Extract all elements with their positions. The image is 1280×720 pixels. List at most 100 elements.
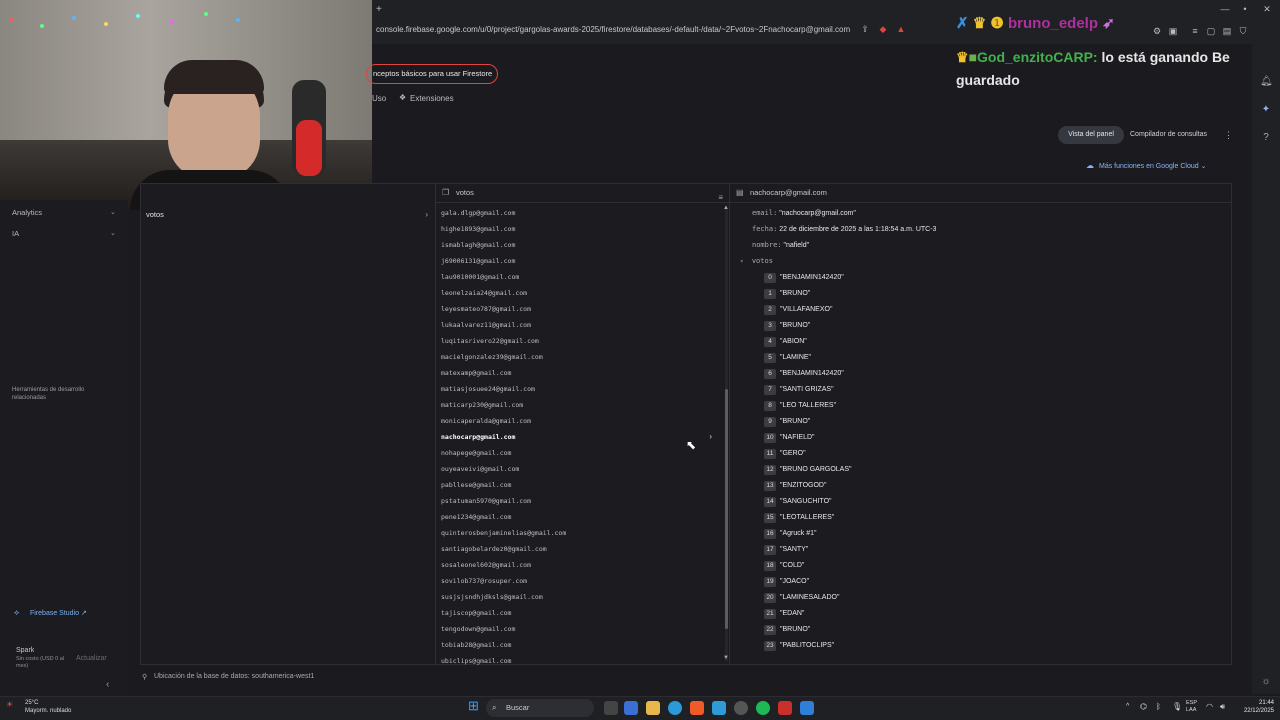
vote-item[interactable]: 15 "LEOTALLERES" [764, 513, 834, 525]
obs-icon[interactable] [778, 701, 792, 715]
vote-item[interactable]: 22 "BRUNO" [764, 625, 810, 637]
vote-item[interactable]: 13 "ENZITOGOD" [764, 481, 826, 493]
chevron-down-icon[interactable]: ⌄ [110, 208, 116, 216]
language-indicator[interactable]: ESP LAA [1186, 700, 1197, 714]
spotify-icon[interactable] [756, 701, 770, 715]
gemini-icon[interactable]: ✦ [1260, 104, 1272, 116]
document-item[interactable]: tajiscop@gmail.com [436, 605, 722, 621]
extension-icon[interactable]: ⚙ [1152, 26, 1162, 36]
document-item[interactable]: lau9010001@gmail.com [436, 269, 722, 285]
document-item[interactable]: pene1234@gmail.com [436, 509, 722, 525]
vote-item[interactable]: 16 "Agruck #1" [764, 529, 817, 541]
tab-usage[interactable]: Uso [372, 94, 386, 103]
bluetooth-icon[interactable]: ᛒ [1156, 702, 1161, 711]
document-item[interactable]: leyesmateo787@gmail.com [436, 301, 722, 317]
vote-item[interactable]: 5 "LAMINE" [764, 353, 811, 365]
document-item[interactable]: tobiab28@gmail.com [436, 637, 722, 653]
document-item[interactable]: tengodown@gmail.com [436, 621, 722, 637]
tab-query-builder[interactable]: Compilador de consultas [1130, 126, 1207, 144]
vote-item[interactable]: 21 "EDAN" [764, 609, 804, 621]
volume-icon[interactable]: 🔊︎ [1220, 702, 1225, 712]
tab-extensions[interactable]: Extensiones [410, 94, 454, 103]
tray-chevron-icon[interactable]: ^ [1126, 703, 1129, 710]
wallet-icon[interactable]: ▤ [1222, 26, 1232, 36]
vote-item[interactable]: 11 "GERO" [764, 449, 806, 461]
network-icon[interactable]: ⌬ [1140, 702, 1147, 711]
new-tab-icon[interactable]: + [376, 4, 382, 15]
document-item[interactable]: maticarp230@gmail.com [436, 397, 722, 413]
chevron-down-icon[interactable]: ⌄ [110, 229, 116, 237]
widgets-icon[interactable] [624, 701, 638, 715]
menu-icon[interactable]: ≡ [1190, 26, 1200, 36]
scroll-up-icon[interactable]: ▲ [723, 205, 729, 211]
vote-item[interactable]: 14 "SANGUCHITO" [764, 497, 832, 509]
vote-item[interactable]: 12 "BRUNO GARGOLAS" [764, 465, 851, 477]
close-icon[interactable]: ✕ [1262, 4, 1272, 14]
file-explorer-icon[interactable] [646, 701, 660, 715]
vote-item[interactable]: 1 "BRUNO" [764, 289, 810, 301]
help-icon[interactable]: ? [1260, 132, 1272, 144]
vote-item[interactable]: 6 "BENJAMIN142420" [764, 369, 844, 381]
notifications-icon[interactable]: 🔔︎ [1260, 76, 1273, 88]
vote-item[interactable]: 2 "VILLAFANEXO" [764, 305, 832, 317]
wifi-icon[interactable]: ◠ [1206, 702, 1213, 711]
document-item[interactable]: macielgonzalez39@gmail.com [436, 349, 722, 365]
telegram-icon[interactable] [712, 701, 726, 715]
vote-item[interactable]: 19 "JOACO" [764, 577, 809, 589]
document-item[interactable]: pstatuman5970@gmail.com [436, 493, 722, 509]
vscode-icon[interactable] [800, 701, 814, 715]
document-item[interactable]: quinterosbenjaminelias@gmail.com [436, 525, 722, 541]
document-item[interactable]: leonelzaia24@gmail.com [436, 285, 722, 301]
sidebar-item-ia[interactable]: IA [12, 229, 19, 238]
taskbar-search[interactable]: Buscar [486, 699, 594, 717]
document-item[interactable]: matexamp@gmail.com [436, 365, 722, 381]
shield-icon[interactable]: ⛉ [1238, 26, 1248, 36]
document-item[interactable]: ouyeaveivi@gmail.com [436, 461, 722, 477]
taskbar-clock[interactable]: 21:44 22/12/2025 [1236, 699, 1274, 715]
vote-item[interactable]: 17 "SANTY" [764, 545, 808, 557]
field-votos[interactable]: ▾ votos [740, 257, 773, 265]
warning-icon[interactable]: ▲ [896, 24, 906, 34]
vote-item[interactable]: 3 "BRUNO" [764, 321, 810, 333]
document-item[interactable]: lukaalvarez11@gmail.com [436, 317, 722, 333]
more-options-icon[interactable]: ⋮ [1224, 130, 1233, 141]
vote-item[interactable]: 20 "LAMINESALADO" [764, 593, 839, 605]
document-item[interactable]: nachocarp@gmail.com › [436, 429, 722, 445]
firebase-studio-link[interactable]: Firebase Studio ↗ [30, 609, 87, 617]
mic-icon[interactable]: 🎙︎ [1172, 702, 1182, 711]
scroll-down-icon[interactable]: ▼ [723, 655, 729, 661]
document-item[interactable]: matiasjosuee24@gmail.com [436, 381, 722, 397]
document-item[interactable]: susjsjsndhjdksls@gmail.com [436, 589, 722, 605]
github-icon[interactable] [734, 701, 748, 715]
collapse-sidebar-icon[interactable]: ‹ [106, 679, 109, 690]
sidebar-toggle-icon[interactable]: ▣ [1168, 26, 1178, 36]
weather-widget[interactable]: 25°C Mayorm. nublado [25, 699, 71, 715]
scrollbar-thumb[interactable] [725, 389, 728, 629]
vote-item[interactable]: 7 "SANTI GRIZAS" [764, 385, 834, 397]
document-item[interactable]: ubiclips@gmail.com [436, 653, 722, 669]
maximize-icon[interactable]: • [1240, 4, 1250, 14]
document-item[interactable]: monicaperalda@gmail.com [436, 413, 722, 429]
document-item[interactable]: nohapege@gmail.com [436, 445, 722, 461]
vote-item[interactable]: 9 "BRUNO" [764, 417, 810, 429]
document-item[interactable]: luqitasrivero22@gmail.com [436, 333, 722, 349]
tab-panel-view[interactable]: Vista del panel [1058, 126, 1124, 144]
window-icon[interactable]: ▢ [1206, 26, 1216, 36]
vote-item[interactable]: 0 "BENJAMIN142420" [764, 273, 844, 285]
document-item[interactable]: pabllese@gmail.com [436, 477, 722, 493]
share-icon[interactable]: ⇪ [860, 24, 870, 34]
document-item[interactable]: sosaleonel602@gmail.com [436, 557, 722, 573]
windows-start-icon[interactable]: ⊞ [468, 699, 482, 713]
vote-item[interactable]: 4 "ABION" [764, 337, 807, 349]
address-bar[interactable]: console.firebase.google.com/u/0/project/… [376, 22, 906, 38]
document-item[interactable]: j69006131@gmail.com [436, 253, 722, 269]
vote-item[interactable]: 23 "PABLITOCLIPS" [764, 641, 834, 653]
field-fecha[interactable]: fecha: 22 de diciembre de 2025 a las 1:1… [752, 225, 936, 233]
upgrade-button[interactable]: Actualizar [76, 655, 107, 662]
task-view-icon[interactable] [604, 701, 618, 715]
settings-icon[interactable]: ☼ [1260, 676, 1272, 688]
collection-item-votos[interactable]: votos › [140, 207, 436, 223]
edge-icon[interactable] [668, 701, 682, 715]
minimize-icon[interactable]: — [1220, 4, 1230, 14]
sidebar-item-analytics[interactable]: Analytics [12, 208, 42, 217]
